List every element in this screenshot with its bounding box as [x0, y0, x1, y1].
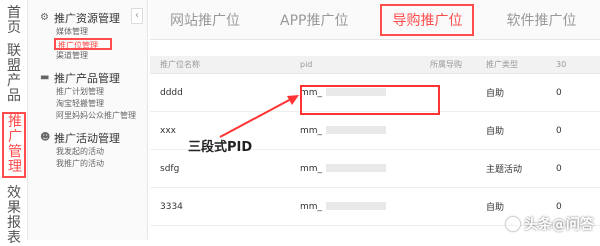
cell-name: sdfg [160, 163, 180, 174]
sidebar-item-plan[interactable]: 推广计划管理 [40, 86, 147, 98]
col-header-30: 30 [556, 60, 567, 69]
sidebar-group-title[interactable]: ▬ 推广产品管理 [40, 70, 147, 86]
pid-highlight-box [300, 85, 440, 115]
people-icon: ☻ [40, 132, 51, 143]
gear-icon: ⚙ [40, 12, 49, 23]
cell-pid: mm_ [300, 202, 430, 212]
sidebar-group-label: 推广资源管理 [54, 12, 120, 25]
sidebar-item-media[interactable]: 媒体管理 [40, 26, 147, 38]
tab-shopping-guide[interactable]: 导购推广位 [380, 3, 475, 36]
table-row[interactable]: sdfg mm_ 主题活动 0 [150, 150, 600, 188]
cell-extra: 0 [556, 125, 562, 136]
col-header-guide: 所属导购 [430, 60, 462, 69]
vnav-alliance-products[interactable]: 联盟产品 [0, 44, 28, 104]
pid-prefix: mm_ [300, 163, 323, 174]
pid-prefix: mm_ [300, 201, 323, 212]
sidebar-group-resource: ⚙ 推广资源管理 媒体管理 推广位管理 渠道管理 [28, 10, 147, 62]
vnav-promo-management[interactable]: 推广管理 [2, 112, 26, 178]
chevron-left-icon[interactable]: ‹ [131, 8, 143, 24]
sidebar-group-title[interactable]: ☻ 推广活动管理 [40, 130, 147, 146]
annotation-arrow-icon [219, 95, 299, 138]
cell-extra: 0 [556, 163, 562, 174]
vnav-home[interactable]: 首页 [0, 6, 28, 36]
col-header-pid: pid [300, 60, 313, 69]
tab-software[interactable]: 软件推广位 [486, 10, 596, 30]
col-header-name: 推广位名称 [160, 60, 200, 69]
cell-type: 自助 [486, 89, 505, 99]
sidebar-item-taobao[interactable]: 淘宝轻搬管理 [40, 98, 147, 110]
cell-extra: 0 [556, 87, 562, 98]
sidebar-item-my-initiated[interactable]: 我发起的活动 [40, 146, 147, 158]
monitor-icon: ▬ [40, 72, 50, 83]
sidebar: ‹ ⚙ 推广资源管理 媒体管理 推广位管理 渠道管理 ▬ 推广产品管理 推广计划… [28, 0, 148, 240]
cell-pid: mm_ [300, 164, 430, 174]
pid-redacted [326, 164, 387, 172]
vertical-nav: 首页 联盟产品 推广管理 效果报表 [0, 0, 28, 246]
vnav-effect-reports[interactable]: 效果报表 [0, 186, 28, 246]
sidebar-item-my-promoted[interactable]: 我推广的活动 [40, 158, 147, 170]
watermark-logo-icon [506, 217, 520, 231]
pid-redacted [326, 126, 387, 134]
sidebar-group-activity: ☻ 推广活动管理 我发起的活动 我推广的活动 [28, 130, 147, 170]
sidebar-item-adzone[interactable]: 推广位管理 [54, 38, 112, 50]
col-header-type: 推广类型 [486, 60, 518, 69]
tab-bar: 网站推广位 APP推广位 导购推广位 软件推广位 [150, 0, 600, 40]
cell-type: 自助 [486, 203, 505, 213]
cell-pid: mm_ [300, 126, 430, 136]
cell-name: 3334 [160, 201, 183, 212]
table-header: 推广位名称 pid 所属导购 推广类型 30 [150, 56, 600, 74]
sidebar-group-label: 推广活动管理 [54, 132, 120, 145]
cell-type: 自助 [486, 127, 505, 137]
pid-redacted [326, 202, 387, 210]
tab-website[interactable]: 网站推广位 [150, 10, 260, 30]
watermark-text: 头条@问答 [524, 217, 594, 233]
sidebar-item-alimama[interactable]: 阿里妈妈公众推广管理 [40, 110, 147, 122]
cell-extra: 0 [556, 201, 562, 212]
tab-app[interactable]: APP推广位 [260, 10, 368, 30]
annotation-label: 三段式PID [188, 140, 253, 155]
sidebar-group-product: ▬ 推广产品管理 推广计划管理 淘宝轻搬管理 阿里妈妈公众推广管理 [28, 70, 147, 122]
sidebar-group-label: 推广产品管理 [54, 72, 120, 85]
watermark: 头条@问答 [506, 214, 594, 234]
cell-type: 主题活动 [486, 165, 523, 175]
